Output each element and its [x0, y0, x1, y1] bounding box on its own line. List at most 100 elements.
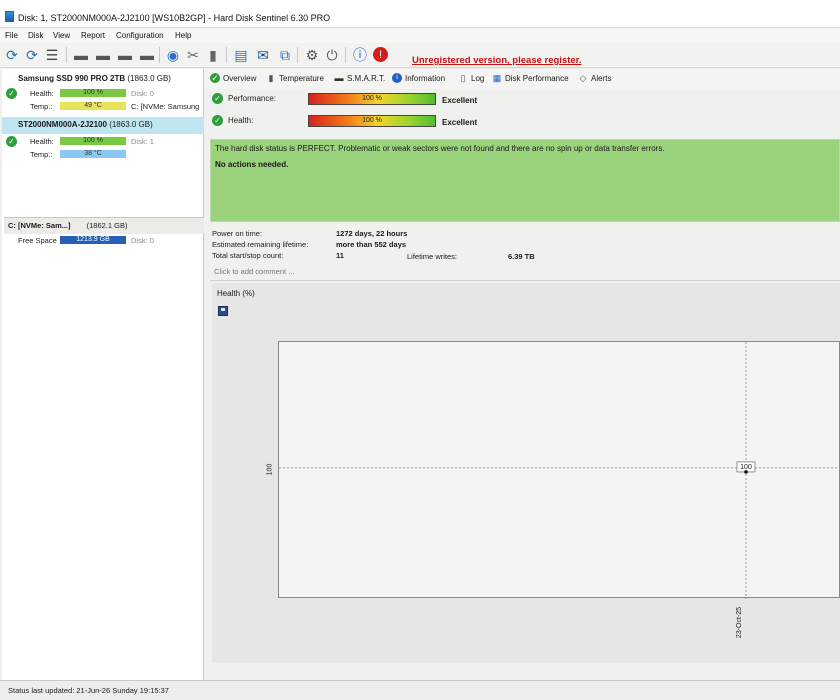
save-chart-icon-label: [221, 308, 225, 311]
volume-item[interactable]: C: [NVMe: Sam...] (1862.1 GB): [4, 217, 204, 234]
status-bar: Status last updated: 21-Jun-26 Sunday 19…: [0, 680, 840, 700]
status-text: Status last updated: 21-Jun-26 Sunday 19…: [8, 686, 169, 695]
tab-temperature[interactable]: ▮ Temperature: [266, 73, 324, 83]
menu-configuration[interactable]: Configuration: [116, 31, 164, 40]
tab-alerts[interactable]: ◇ Alerts: [578, 73, 612, 83]
volume-size: (1862.1 GB): [86, 221, 128, 230]
smart-icon: ▬: [334, 73, 344, 83]
divider: [210, 280, 840, 281]
register-link[interactable]: Unregistered version, please register.: [412, 55, 582, 66]
check-icon: ✓: [210, 73, 220, 83]
toolbar-separator: [159, 47, 160, 63]
data-label: 100: [740, 464, 752, 471]
disk-list-icon[interactable]: ☰: [44, 47, 60, 63]
toolbar-separator: [297, 47, 298, 63]
chart-svg: 100: [279, 342, 840, 599]
menu-view[interactable]: View: [53, 31, 70, 40]
status-text: The hard disk status is PERFECT. Problem…: [215, 144, 665, 153]
temp-bar: 49 °C: [60, 102, 126, 110]
performance-icon: ▦: [492, 73, 502, 83]
help-icon[interactable]: ⓘ: [352, 47, 368, 63]
tab-overview[interactable]: ✓ Overview: [210, 73, 256, 83]
refresh-all-icon[interactable]: ⟳: [24, 47, 40, 63]
performance-ok-icon: ✓: [212, 93, 223, 104]
health-label: Health:: [228, 116, 254, 125]
status-ok-icon: ✓: [6, 88, 17, 99]
tools-icon[interactable]: ✂: [185, 47, 201, 63]
tab-label: S.M.A.R.T.: [347, 73, 386, 83]
app-icon: [5, 11, 14, 22]
toolbar-separator: [226, 47, 227, 63]
disk-item-seagate[interactable]: ST2000NM000A-2J2100 (1863.0 GB): [2, 117, 204, 134]
health-label: Health:: [30, 89, 54, 98]
tab-log[interactable]: ▯ Log: [458, 73, 485, 83]
chart-title: Health (%): [217, 289, 255, 298]
disk-size: (1863.0 GB): [127, 74, 171, 83]
tab-label: Alerts: [591, 73, 612, 83]
toolbar: ⟳ ⟳ ☰ ▬ ▬ ▬ ▬ ◉ ✂ ▮ ▤ ✉ ⧉ ⚙ ⏻ ⓘ ! Unregi…: [0, 43, 840, 68]
mail-icon[interactable]: ✉: [255, 47, 271, 63]
tab-label: Log: [471, 73, 485, 83]
lifetime-label: Estimated remaining lifetime:: [212, 240, 309, 249]
free-space-label: Free Space: [18, 236, 57, 245]
x-tick-label: 23-Oct-25: [736, 606, 744, 639]
disk-name: Samsung SSD 990 PRO 2TB: [18, 74, 126, 83]
temp-bar: 38 °C: [60, 150, 126, 158]
disk-list-panel: Samsung SSD 990 PRO 2TB (1863.0 GB) ✓ He…: [2, 69, 204, 680]
disk-size: (1863.0 GB): [109, 120, 153, 129]
disk-index: Disk: 1: [131, 137, 154, 146]
power-on-value: 1272 days, 22 hours: [336, 229, 408, 238]
hdd-info-icon[interactable]: ▬: [95, 47, 111, 63]
globe-icon[interactable]: ◉: [165, 47, 181, 63]
report-icon[interactable]: ▤: [233, 47, 249, 63]
health-bar: 100 %: [60, 137, 126, 145]
hdd-icon[interactable]: ▬: [139, 47, 155, 63]
performance-label: Performance:: [228, 94, 277, 103]
tab-label: Temperature: [279, 73, 324, 83]
tab-smart[interactable]: ▬ S.M.A.R.T.: [334, 73, 386, 83]
disk-item-samsung[interactable]: Samsung SSD 990 PRO 2TB (1863.0 GB): [2, 71, 204, 87]
menu-report[interactable]: Report: [81, 31, 105, 40]
performance-bar: 100 %: [308, 93, 436, 105]
startstop-value: 11: [336, 251, 344, 260]
health-chart-panel: Health (%) 100 100 23-Oct-25: [212, 283, 840, 663]
network-icon[interactable]: ⧉: [277, 47, 293, 63]
temp-label: Temp.:: [30, 102, 53, 111]
hdd-icon[interactable]: ▬: [73, 47, 89, 63]
chart-plot-area: 100: [278, 341, 840, 599]
alerts-icon: ◇: [579, 73, 587, 83]
disk-index: Disk: 0: [131, 89, 154, 98]
writes-value: 6.39 TB: [508, 252, 535, 261]
data-point: [744, 470, 748, 474]
tab-information[interactable]: i Information: [392, 73, 445, 83]
performance-rating: Excellent: [442, 96, 478, 105]
window-title: Disk: 1, ST2000NM000A-2J2100 [WS10B2GP] …: [18, 13, 331, 23]
settings-icon[interactable]: ⚙: [304, 47, 320, 63]
tab-bar: ✓ Overview ▮ Temperature ▬ S.M.A.R.T. i Info…: [206, 69, 840, 89]
free-space-bar: 1213.9 GB: [60, 236, 126, 244]
title-bar: Disk: 1, ST2000NM000A-2J2100 [WS10B2GP] …: [0, 0, 840, 28]
menu-help[interactable]: Help: [175, 31, 191, 40]
actions-text: No actions needed.: [215, 160, 289, 169]
refresh-icon[interactable]: ⟳: [4, 47, 20, 63]
save-chart-icon[interactable]: [218, 306, 228, 316]
tab-label: Information: [405, 73, 446, 83]
startstop-label: Total start/stop count:: [212, 251, 284, 260]
health-rating: Excellent: [442, 118, 478, 127]
usb-icon[interactable]: ▮: [205, 47, 221, 63]
volume-name: C: [NVMe: Sam...]: [8, 221, 71, 230]
power-icon[interactable]: ⏻: [324, 47, 340, 63]
disk-index: Disk: 0: [131, 236, 154, 245]
log-icon: ▯: [460, 73, 466, 83]
tab-label: Overview: [223, 73, 257, 83]
comment-field[interactable]: Click to add comment ...: [214, 267, 294, 276]
writes-label: Lifetime writes:: [407, 252, 458, 261]
alert-icon[interactable]: !: [373, 47, 388, 62]
menu-file[interactable]: File: [5, 31, 18, 40]
lifetime-value: more than 552 days: [336, 240, 407, 249]
tab-disk-performance[interactable]: ▦ Disk Performance: [492, 73, 569, 83]
hdd-remove-icon[interactable]: ▬: [117, 47, 133, 63]
tab-label: Disk Performance: [505, 73, 569, 83]
menu-disk[interactable]: Disk: [28, 31, 44, 40]
disk-name: ST2000NM000A-2J2100: [18, 120, 107, 129]
